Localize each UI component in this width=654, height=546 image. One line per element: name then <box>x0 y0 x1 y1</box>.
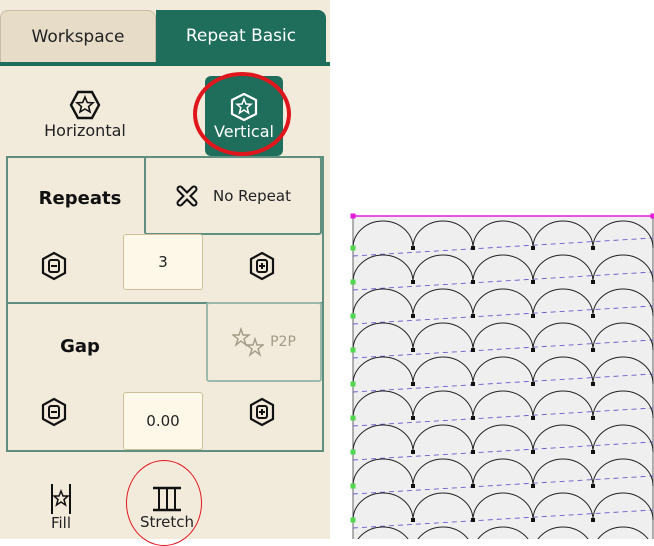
fill-label: Fill <box>51 514 71 532</box>
node-point <box>411 314 415 318</box>
corner-handle <box>351 214 356 219</box>
repeats-label: Repeats <box>39 188 122 209</box>
tab-workspace[interactable]: Workspace <box>0 10 156 62</box>
node-point <box>531 280 535 284</box>
tab-underline <box>0 62 330 66</box>
pattern-preview-canvas <box>345 208 654 539</box>
start-node <box>351 484 356 489</box>
node-point <box>411 416 415 420</box>
minus-hex-icon <box>40 397 68 427</box>
plus-hex-icon <box>248 397 276 427</box>
node-point <box>471 416 475 420</box>
node-point <box>471 518 475 522</box>
gap-label-box: Gap <box>20 314 140 378</box>
minus-hex-icon <box>40 251 68 281</box>
node-point <box>471 348 475 352</box>
node-point <box>591 450 595 454</box>
node-point <box>471 246 475 250</box>
corner-handle <box>651 214 654 219</box>
start-node <box>351 382 356 387</box>
node-point <box>531 484 535 488</box>
repeats-decrement-button[interactable] <box>34 246 74 286</box>
node-point <box>531 416 535 420</box>
start-node <box>351 450 356 455</box>
node-point <box>591 382 595 386</box>
node-point <box>411 246 415 250</box>
node-point <box>471 314 475 318</box>
start-node <box>351 416 356 421</box>
node-point <box>591 314 595 318</box>
no-repeat-label: No Repeat <box>213 187 291 205</box>
node-point <box>591 518 595 522</box>
node-point <box>531 314 535 318</box>
node-point <box>411 382 415 386</box>
node-point <box>591 348 595 352</box>
node-point <box>531 246 535 250</box>
node-point <box>411 450 415 454</box>
node-point <box>411 348 415 352</box>
node-point <box>471 280 475 284</box>
node-point <box>471 382 475 386</box>
horizontal-button[interactable]: Horizontal <box>30 80 140 148</box>
node-point <box>531 382 535 386</box>
gap-decrement-button[interactable] <box>34 392 74 432</box>
node-point <box>591 246 595 250</box>
node-point <box>591 416 595 420</box>
start-node <box>351 314 356 319</box>
pattern-background <box>353 216 653 539</box>
plus-hex-icon <box>248 251 276 281</box>
p2p-stars-icon <box>232 327 264 357</box>
start-node <box>351 348 356 353</box>
node-point <box>411 518 415 522</box>
start-node <box>351 280 356 285</box>
gap-value[interactable]: 0.00 <box>123 392 203 450</box>
repeats-label-box: Repeats <box>20 166 140 230</box>
horizontal-repeat-icon <box>68 89 102 121</box>
start-node <box>351 246 356 251</box>
node-point <box>591 484 595 488</box>
fill-icon <box>49 482 73 516</box>
no-repeat-button[interactable]: No Repeat <box>144 156 322 235</box>
highlight-circle-vertical <box>193 72 291 156</box>
node-point <box>591 280 595 284</box>
no-repeat-icon <box>175 184 199 208</box>
node-point <box>471 450 475 454</box>
gap-label: Gap <box>60 336 100 357</box>
node-point <box>471 484 475 488</box>
fill-button[interactable]: Fill <box>36 475 86 539</box>
node-point <box>531 518 535 522</box>
node-point <box>531 348 535 352</box>
start-node <box>351 518 356 523</box>
repeats-value[interactable]: 3 <box>123 234 203 290</box>
horizontal-label: Horizontal <box>44 121 126 140</box>
p2p-button[interactable]: P2P <box>206 302 322 382</box>
gap-increment-button[interactable] <box>242 392 282 432</box>
highlight-circle-stretch <box>126 460 202 546</box>
repeats-increment-button[interactable] <box>242 246 282 286</box>
node-point <box>531 450 535 454</box>
repeat-panel: Workspace Repeat Basic Horizontal Vertic… <box>0 0 330 539</box>
node-point <box>411 484 415 488</box>
node-point <box>411 280 415 284</box>
tab-repeat-basic[interactable]: Repeat Basic <box>156 10 326 62</box>
p2p-label: P2P <box>270 334 296 350</box>
